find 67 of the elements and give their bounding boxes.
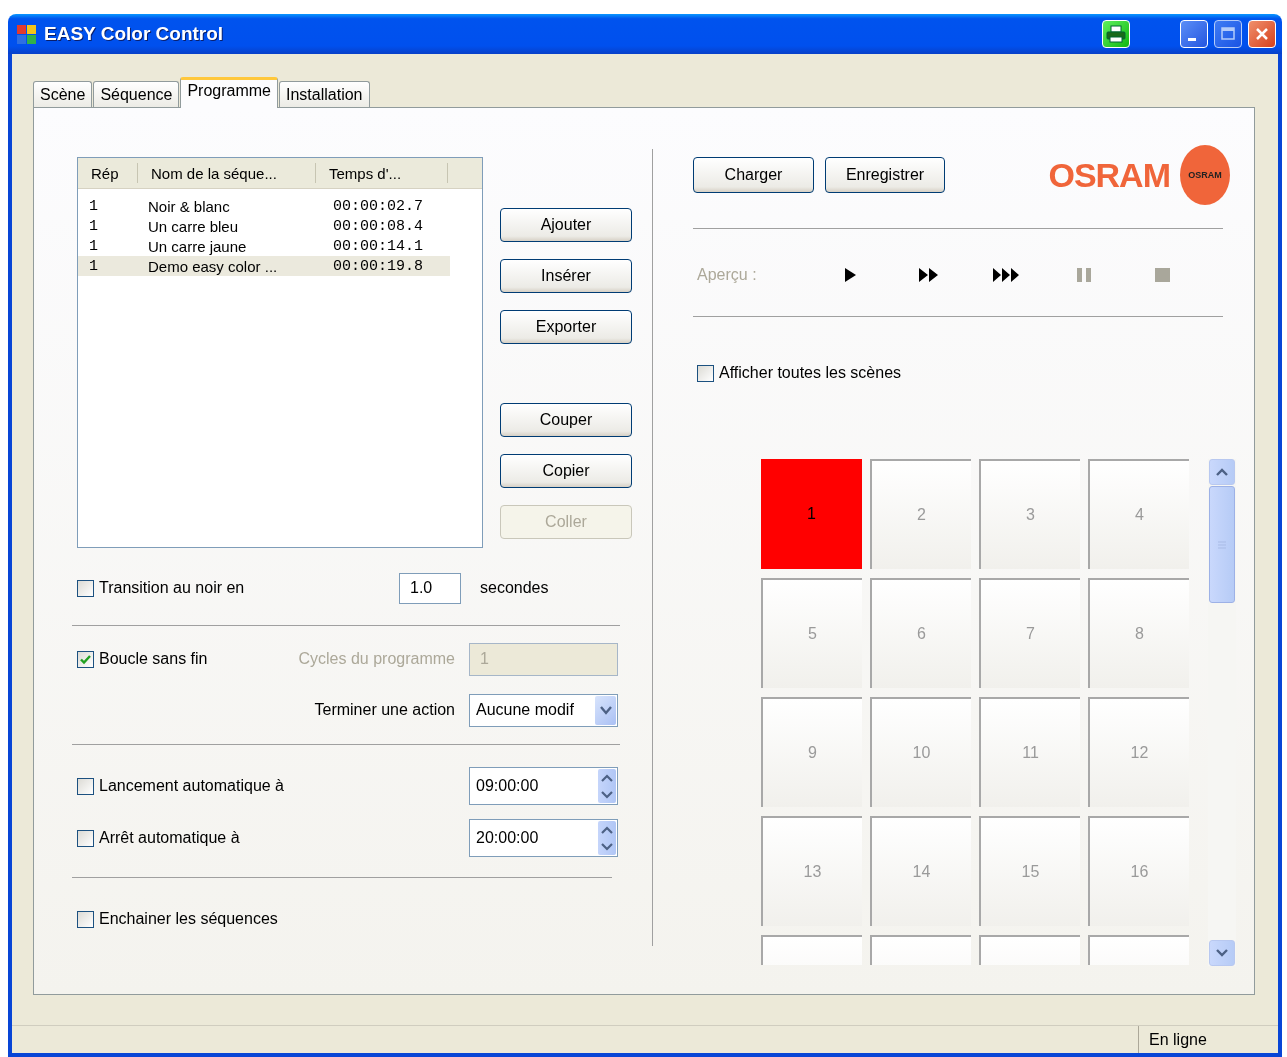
spin-buttons[interactable] [598, 821, 616, 855]
preview-label: Aperçu : [697, 266, 758, 284]
chevron-up-icon [1216, 468, 1228, 476]
checkbox[interactable] [697, 364, 714, 382]
printer-icon [1106, 25, 1126, 43]
app-icon [16, 23, 38, 45]
checkbox-label: Arrêt automatique à [99, 829, 240, 847]
printer-button[interactable] [1102, 20, 1130, 48]
checkbox[interactable] [77, 829, 94, 847]
minimize-icon [1188, 37, 1196, 41]
scene-tile[interactable]: 1 [761, 459, 862, 569]
checkbox[interactable] [77, 650, 94, 668]
dropdown-button[interactable] [595, 695, 616, 725]
checkbox-label: Enchainer les séquences [99, 910, 278, 928]
play-button[interactable] [843, 266, 857, 284]
unit-label: secondes [480, 579, 549, 597]
tab[interactable]: Séquence [93, 81, 180, 107]
chevron-down-icon [599, 705, 612, 715]
checkbox[interactable] [77, 910, 94, 928]
checkbox-label: Transition au noir en [99, 579, 245, 597]
column-header[interactable]: Rép [78, 163, 138, 183]
time-field[interactable]: 20:00:00 [469, 819, 618, 857]
maximize-icon [1221, 27, 1235, 41]
scroll-down-button[interactable] [1209, 940, 1235, 966]
list-button[interactable]: Couper [500, 403, 632, 437]
time-field[interactable]: 09:00:00 [469, 767, 618, 805]
file-button[interactable]: Charger [693, 157, 814, 193]
list-button[interactable]: Ajouter [500, 208, 632, 242]
checkbox-label: Boucle sans fin [99, 650, 208, 668]
field-label: Cycles du programme [298, 650, 455, 668]
number-field[interactable]: 1.0 [399, 572, 461, 604]
tab[interactable]: Scène [33, 81, 93, 107]
tab[interactable]: Installation [279, 81, 370, 107]
status-text: En ligne [1138, 1026, 1278, 1053]
chevron-down-icon [601, 842, 613, 851]
list-button[interactable]: Copier [500, 454, 632, 488]
osram-logo: OSRAM OSRAM [1048, 145, 1230, 205]
column-header[interactable]: Nom de la séque... [138, 163, 316, 183]
chevron-down-icon [601, 790, 613, 799]
dropdown[interactable]: Aucune modif [469, 693, 618, 727]
scroll-up-button[interactable] [1209, 459, 1235, 485]
checkbox-label: Lancement automatique à [99, 777, 284, 795]
checkbox-label: Afficher toutes les scènes [719, 364, 902, 382]
list-row[interactable]: 1 Un carre bleu 00:00:08.4 [78, 216, 450, 236]
chevron-up-icon [601, 825, 613, 834]
triple-arrow-button[interactable] [992, 266, 1020, 284]
minimize-button[interactable] [1180, 20, 1208, 48]
close-icon [1255, 27, 1269, 41]
chevron-up-icon [601, 773, 613, 782]
field-label: Terminer une action [314, 701, 455, 719]
list-row[interactable]: 1 Noir & blanc 00:00:02.7 [78, 196, 450, 216]
maximize-button[interactable] [1214, 20, 1242, 48]
close-button[interactable] [1248, 20, 1276, 48]
column-header[interactable]: Temps d'... [316, 163, 448, 183]
list-button[interactable]: Exporter [500, 310, 632, 344]
file-button[interactable]: Enregistrer [825, 157, 945, 193]
list-row[interactable]: 1 Un carre jaune 00:00:14.1 [78, 236, 450, 256]
list-button[interactable]: Insérer [500, 259, 632, 293]
scroll-thumb[interactable] [1209, 486, 1235, 603]
window-title: EASY Color Control [44, 23, 225, 45]
tab[interactable]: Programme [180, 77, 278, 108]
list-row[interactable]: 1 Demo easy color ... 00:00:19.8 [78, 256, 450, 276]
fast-forward-button[interactable] [917, 266, 939, 284]
checkbox[interactable] [77, 579, 94, 597]
spin-buttons[interactable] [598, 769, 616, 803]
checkbox[interactable] [77, 777, 94, 795]
chevron-down-icon [1216, 949, 1228, 957]
